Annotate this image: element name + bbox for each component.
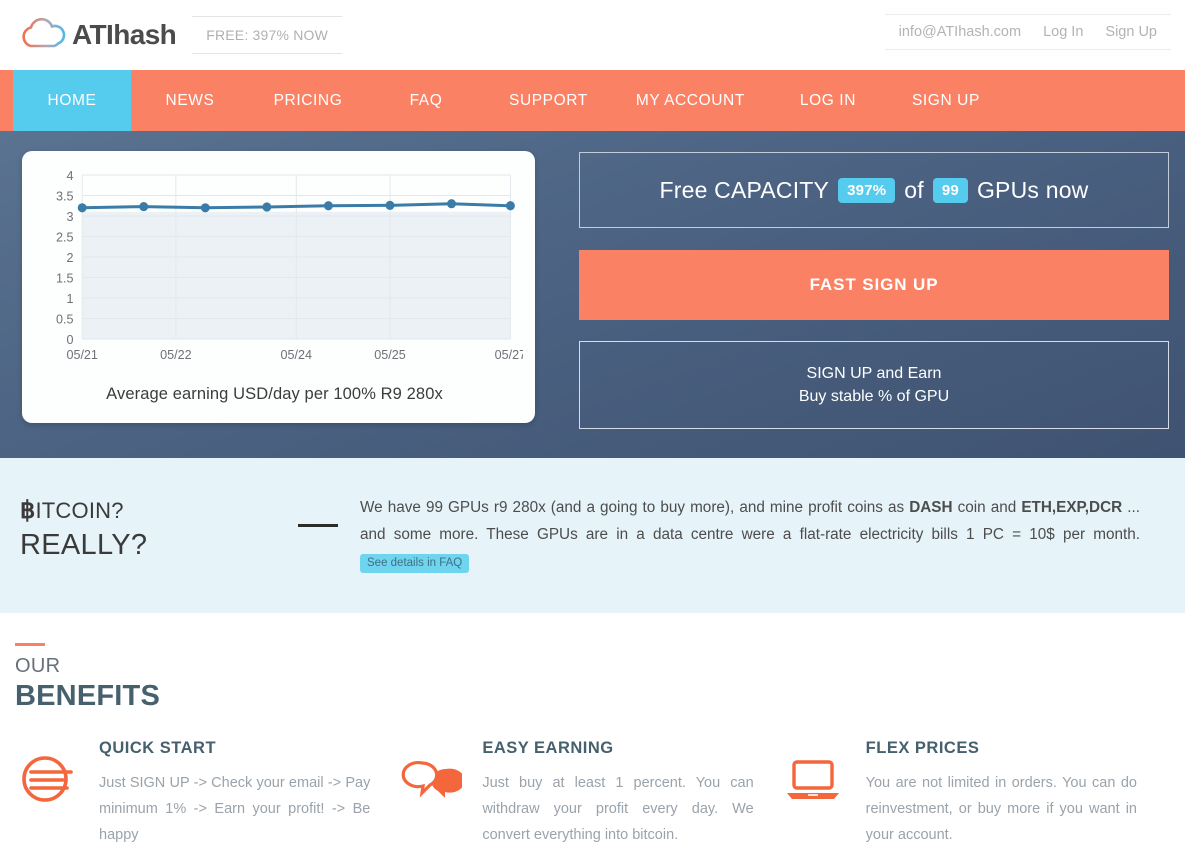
fast-signup-button[interactable]: FAST SIGN UP (579, 250, 1169, 320)
bitcoin-heading-block: ฿ITCOIN? REALLY? (20, 494, 290, 562)
svg-text:0: 0 (66, 332, 73, 347)
bitcoin-heading-rest: ITCOIN? (35, 498, 124, 523)
nav-item-sign-up[interactable]: SIGN UP (887, 70, 1005, 131)
see-details-faq-badge[interactable]: See details in FAQ (360, 554, 470, 573)
svg-text:1.5: 1.5 (56, 270, 73, 285)
svg-text:05/25: 05/25 (374, 347, 405, 362)
hero-right-column: Free CAPACITY 397% of 99 GPUs now FAST S… (579, 151, 1169, 458)
benefits-row: QUICK START Just SIGN UP -> Check your e… (15, 739, 1165, 848)
main-navigation: HOME NEWS PRICING FAQ SUPPORT MY ACCOUNT… (0, 70, 1185, 131)
nav-item-my-account[interactable]: MY ACCOUNT (612, 70, 769, 131)
logo[interactable]: ATIhash (18, 18, 177, 52)
capacity-suffix: GPUs now (976, 176, 1089, 203)
benefit-item-flex-prices: FLEX PRICES You are not limited in order… (782, 739, 1165, 848)
capacity-prefix: Free CAPACITY (659, 176, 830, 203)
benefits-title: BENEFITS (15, 680, 160, 712)
nav-item-news[interactable]: NEWS (131, 70, 249, 131)
paragraph-bold-term: ETH,EXP,DCR (1021, 499, 1123, 516)
benefits-section: OUR BENEFITS QUICK START Just SIGN UP ->… (0, 613, 1185, 848)
benefit-heading: EASY EARNING (482, 739, 614, 757)
svg-text:2: 2 (66, 250, 73, 265)
benefit-heading: QUICK START (99, 739, 217, 757)
svg-text:0.5: 0.5 (56, 311, 73, 326)
svg-text:05/22: 05/22 (160, 347, 191, 362)
svg-text:05/21: 05/21 (66, 347, 97, 362)
capacity-percent-badge: 397% (838, 177, 896, 203)
benefit-item-easy-earning: EASY EARNING Just buy at least 1 percent… (398, 739, 781, 848)
laptop-icon (782, 739, 866, 848)
benefit-text: You are not limited in orders. You can d… (865, 775, 1137, 843)
paragraph-text: We have 99 GPUs r9 280x (and a going to … (360, 499, 910, 516)
benefit-body: EASY EARNING Just buy at least 1 percent… (482, 739, 753, 848)
heading-divider (298, 524, 338, 527)
speech-bubbles-icon (398, 739, 482, 848)
capacity-count-badge: 99 (932, 177, 968, 203)
bitcoin-section: ฿ITCOIN? REALLY? We have 99 GPUs r9 280x… (0, 458, 1185, 613)
benefit-text: Just buy at least 1 percent. You can wit… (482, 775, 754, 843)
logo-text: ATIhash (72, 19, 177, 50)
signup-earn-line1: SIGN UP and Earn (806, 365, 942, 382)
bitcoin-paragraph: We have 99 GPUs r9 280x (and a going to … (360, 494, 1140, 577)
signup-and-earn-box[interactable]: SIGN UP and Earn Buy stable % of GPU (579, 341, 1169, 429)
signup-link[interactable]: Sign Up (1105, 24, 1157, 40)
nav-item-pricing[interactable]: PRICING (249, 70, 367, 131)
capacity-middle: of (904, 176, 924, 203)
paragraph-text: coin and (952, 499, 1022, 516)
free-capacity-box: Free CAPACITY 397% of 99 GPUs now (579, 152, 1169, 228)
bitcoin-heading-line1: ฿ITCOIN? (20, 496, 290, 525)
benefits-eyebrow: OUR (15, 655, 61, 677)
paragraph-bold-term: DASH (909, 499, 953, 516)
nav-item-faq[interactable]: FAQ (367, 70, 485, 131)
login-link[interactable]: Log In (1043, 24, 1083, 40)
free-capacity-pill: FREE: 397% NOW (192, 16, 343, 54)
bitcoin-symbol-icon: ฿ (20, 497, 36, 524)
benefit-text: Just SIGN UP -> Check your email -> Pay … (99, 775, 371, 843)
top-bar-links: info@ATIhash.com Log In Sign Up (884, 14, 1171, 50)
cloud-icon (22, 18, 66, 48)
benefit-body: FLEX PRICES You are not limited in order… (866, 739, 1137, 848)
hero-section: 0 0.5 1 1.5 2 2.5 3 3.5 4 05/21 05/22 05/24 05/25 05/… (0, 131, 1185, 458)
svg-text:1: 1 (66, 291, 73, 306)
speed-circle-icon (15, 739, 99, 848)
nav-item-home[interactable]: HOME (13, 70, 131, 131)
email-link[interactable]: info@ATIhash.com (899, 24, 1021, 40)
svg-text:05/27: 05/27 (495, 347, 523, 362)
bitcoin-heading-line2: REALLY? (20, 529, 148, 561)
nav-item-log-in[interactable]: LOG IN (769, 70, 887, 131)
signup-earn-line2: Buy stable % of GPU (798, 388, 950, 405)
benefits-accent-rule (15, 643, 45, 646)
svg-text:4: 4 (66, 168, 73, 183)
chart-caption: Average earning USD/day per 100% R9 280x (106, 385, 443, 403)
svg-text:2.5: 2.5 (56, 229, 73, 244)
benefit-item-quick-start: QUICK START Just SIGN UP -> Check your e… (15, 739, 398, 848)
svg-text:3: 3 (66, 209, 73, 224)
chart-plot-area: 0 0.5 1 1.5 2 2.5 3 3.5 4 05/21 05/22 05/24 05/25 05/… (26, 161, 523, 379)
svg-text:3.5: 3.5 (56, 188, 73, 203)
svg-text:05/24: 05/24 (281, 347, 312, 362)
earnings-chart-card: 0 0.5 1 1.5 2 2.5 3 3.5 4 05/21 05/22 05/24 05/25 05/… (22, 151, 535, 423)
top-bar: ATIhash FREE: 397% NOW info@ATIhash.com … (0, 0, 1185, 70)
benefit-body: QUICK START Just SIGN UP -> Check your e… (99, 739, 370, 848)
earnings-line-chart: 0 0.5 1 1.5 2 2.5 3 3.5 4 05/21 05/22 05/24 05/25 05/… (56, 168, 523, 362)
nav-item-support[interactable]: SUPPORT (485, 70, 612, 131)
benefit-heading: FLEX PRICES (865, 739, 980, 757)
